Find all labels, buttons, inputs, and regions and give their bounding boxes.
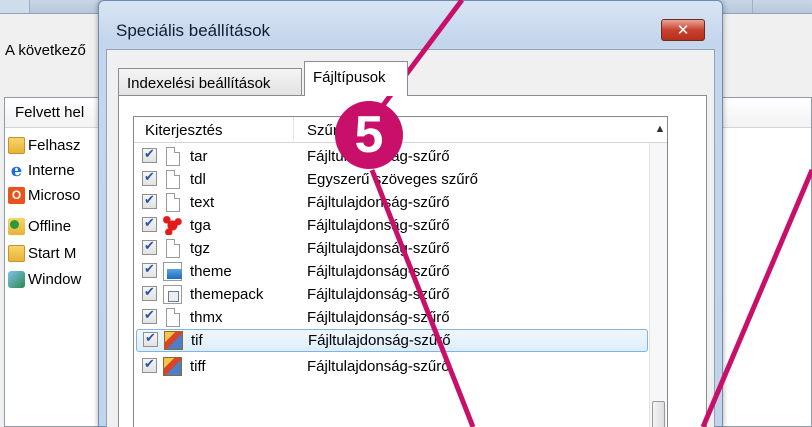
location-item[interactable]: O Microso bbox=[8, 184, 81, 206]
tab-file-types[interactable]: Fájltípusok bbox=[304, 61, 408, 96]
office-icon: O bbox=[8, 186, 25, 204]
row-filter-description: Fájltulajdonság-szűrő bbox=[307, 358, 450, 375]
table-row[interactable]: text Fájltulajdonság-szűrő bbox=[134, 191, 650, 214]
table-row[interactable]: tdl Egyszerű szöveges szűrő bbox=[134, 168, 650, 191]
row-extension: themepack bbox=[190, 286, 264, 303]
location-item[interactable]: Felhasz bbox=[8, 134, 81, 156]
windows-icon bbox=[8, 270, 25, 288]
row-checkbox[interactable] bbox=[142, 307, 157, 324]
table-row-selected[interactable]: tif Fájltulajdonság-szűrő bbox=[136, 329, 648, 352]
dialog-title: Speciális beállítások bbox=[116, 21, 271, 40]
row-extension: text bbox=[190, 194, 215, 211]
folder-icon bbox=[8, 136, 25, 154]
row-extension: tiff bbox=[190, 358, 206, 375]
row-checkbox[interactable] bbox=[142, 192, 157, 209]
vertical-scrollbar[interactable] bbox=[649, 143, 667, 427]
table-row[interactable]: theme Fájltulajdonság-szűrő bbox=[134, 260, 650, 283]
row-filter-description: Fájltulajdonság-szűrő bbox=[308, 332, 451, 349]
intro-text: A következő bbox=[5, 42, 86, 59]
folder-icon bbox=[8, 244, 25, 262]
column-header-extension[interactable]: Kiterjesztés bbox=[134, 117, 294, 143]
row-checkbox[interactable] bbox=[142, 146, 157, 163]
paint-splash-icon bbox=[163, 216, 182, 235]
row-extension: tif bbox=[191, 332, 203, 349]
step-number-badge: 5 bbox=[335, 101, 403, 169]
location-label: Start M bbox=[28, 244, 77, 262]
background-toolbar-segment bbox=[0, 0, 30, 13]
location-item[interactable]: Window bbox=[8, 268, 81, 290]
internet-explorer-icon: e bbox=[10, 159, 23, 181]
location-label: Interne bbox=[28, 161, 75, 179]
advanced-options-dialog: Speciális beállítások ✕ Indexelési beáll… bbox=[98, 0, 723, 427]
row-extension: tar bbox=[190, 148, 208, 165]
row-filter-description: Fájltulajdonság-szűrő bbox=[307, 263, 450, 280]
location-label: Offline bbox=[28, 217, 72, 235]
table-row[interactable]: tgz Fájltulajdonság-szűrő bbox=[134, 237, 650, 260]
row-checkbox[interactable] bbox=[142, 238, 157, 255]
dialog-body: Indexelési beállítások Fájltípusok Kiter… bbox=[106, 49, 715, 427]
tab-indexing-settings[interactable]: Indexelési beállítások bbox=[118, 68, 302, 95]
image-file-icon bbox=[164, 331, 183, 350]
row-checkbox[interactable] bbox=[142, 169, 157, 186]
row-extension: theme bbox=[190, 263, 232, 280]
row-filter-description: Egyszerű szöveges szűrő bbox=[307, 171, 478, 188]
location-label: Window bbox=[28, 270, 82, 288]
generic-file-icon bbox=[166, 193, 180, 212]
background-toolbar-segment bbox=[752, 0, 812, 13]
row-extension: tga bbox=[190, 217, 211, 234]
scroll-up-arrow-icon[interactable]: ▲ bbox=[651, 117, 667, 143]
offline-files-icon bbox=[8, 217, 25, 235]
generic-file-icon bbox=[166, 308, 180, 327]
generic-file-icon bbox=[166, 170, 180, 189]
theme-file-icon bbox=[163, 262, 182, 281]
table-row[interactable]: tga Fájltulajdonság-szűrő bbox=[134, 214, 650, 237]
row-filter-description: Fájltulajdonság-szűrő bbox=[307, 240, 450, 257]
row-extension: tdl bbox=[190, 171, 206, 188]
table-row[interactable]: themepack Fájltulajdonság-szűrő bbox=[134, 283, 650, 306]
themepack-file-icon bbox=[163, 285, 182, 304]
location-item[interactable]: Start M bbox=[8, 242, 76, 264]
row-checkbox[interactable] bbox=[143, 330, 158, 347]
table-row[interactable]: thmx Fájltulajdonság-szűrő bbox=[134, 306, 650, 329]
file-types-grid[interactable]: Kiterjesztés Szűrő leírása ▲ tar Fájltul… bbox=[133, 116, 668, 427]
row-checkbox[interactable] bbox=[142, 356, 157, 373]
row-filter-description: Fájltulajdonság-szűrő bbox=[307, 286, 450, 303]
image-file-icon bbox=[163, 357, 182, 376]
location-item[interactable]: e Interne bbox=[8, 159, 75, 181]
scrollbar-thumb[interactable] bbox=[652, 401, 665, 427]
location-label: Felhasz bbox=[28, 136, 81, 154]
generic-file-icon bbox=[166, 147, 180, 166]
row-filter-description: Fájltulajdonság-szűrő bbox=[307, 217, 450, 234]
row-checkbox[interactable] bbox=[142, 215, 157, 232]
row-filter-description: Fájltulajdonság-szűrő bbox=[307, 194, 450, 211]
location-item[interactable]: Offline bbox=[8, 215, 71, 237]
row-checkbox[interactable] bbox=[142, 261, 157, 278]
table-row[interactable]: tiff Fájltulajdonság-szűrő bbox=[134, 355, 650, 378]
close-button[interactable]: ✕ bbox=[661, 19, 705, 41]
row-checkbox[interactable] bbox=[142, 284, 157, 301]
location-label: Microso bbox=[28, 186, 81, 204]
row-extension: thmx bbox=[190, 309, 223, 326]
generic-file-icon bbox=[166, 239, 180, 258]
row-filter-description: Fájltulajdonság-szűrő bbox=[307, 309, 450, 326]
row-extension: tgz bbox=[190, 240, 211, 257]
